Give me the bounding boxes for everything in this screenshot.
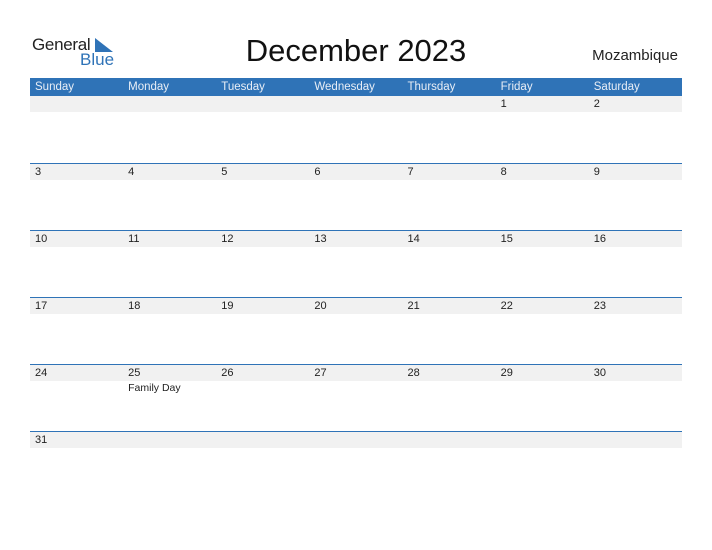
day-cell: 21	[403, 298, 496, 314]
day-number: 27	[314, 367, 327, 379]
weekday-sunday: Sunday	[35, 81, 75, 93]
day-cell: 27	[309, 365, 402, 395]
day-number: 9	[593, 166, 600, 178]
day-cell	[216, 96, 309, 112]
weekday-header: Sunday Monday Tuesday Wednesday Thursday Frid…	[30, 78, 682, 96]
day-number: 18	[128, 300, 141, 312]
day-cell: 20	[309, 298, 402, 314]
day-cell: 7	[403, 164, 496, 180]
day-number: 21	[407, 300, 420, 312]
week-row: 3 4 5 6 7 8 9	[30, 163, 682, 230]
day-cell: 24	[30, 365, 123, 395]
day-number: 7	[407, 166, 414, 178]
day-cell: 1	[496, 96, 589, 112]
day-cell: 2	[589, 96, 682, 112]
day-number: 13	[314, 233, 327, 245]
day-number: 25	[128, 367, 141, 379]
day-number: 26	[221, 367, 234, 379]
day-cell: 5	[216, 164, 309, 180]
day-number: 17	[35, 300, 48, 312]
weekday-thursday: Thursday	[407, 81, 456, 93]
day-cell: 28	[403, 365, 496, 395]
day-cell	[309, 96, 402, 112]
week-row: 31	[30, 431, 682, 498]
day-number: 28	[407, 367, 420, 379]
day-cell: 10	[30, 231, 123, 247]
day-cell	[403, 96, 496, 112]
day-cell: 19	[216, 298, 309, 314]
day-number: 6	[314, 166, 321, 178]
calendar-grid: Sunday Monday Tuesday Wednesday Thursday Frid…	[30, 78, 682, 498]
day-number: 4	[128, 166, 135, 178]
day-cell: 25 Family Day	[123, 365, 216, 395]
weekday-tuesday: Tuesday	[221, 81, 265, 93]
day-cell: 17	[30, 298, 123, 314]
day-cell: 3	[30, 164, 123, 180]
day-number: 24	[35, 367, 48, 379]
day-cell: 9	[589, 164, 682, 180]
day-number: 23	[593, 300, 606, 312]
day-cell	[30, 96, 123, 112]
day-number: 19	[221, 300, 234, 312]
day-cell	[123, 432, 216, 448]
day-number: 10	[35, 233, 48, 245]
day-number: 31	[35, 434, 48, 446]
day-number: 30	[593, 367, 606, 379]
day-cell: 18	[123, 298, 216, 314]
country-label: Mozambique	[592, 47, 678, 64]
day-cell	[123, 96, 216, 112]
day-number: 14	[407, 233, 420, 245]
day-number: 29	[500, 367, 513, 379]
day-cell: 22	[496, 298, 589, 314]
day-number: 1	[500, 98, 507, 110]
day-cell: 13	[309, 231, 402, 247]
day-cell	[403, 432, 496, 448]
day-cell: 29	[496, 365, 589, 395]
day-number: 20	[314, 300, 327, 312]
week-row: 17 18 19 20 21 22 23	[30, 297, 682, 364]
day-cell: 8	[496, 164, 589, 180]
day-cell: 11	[123, 231, 216, 247]
weekday-wednesday: Wednesday	[314, 81, 375, 93]
day-cell: 14	[403, 231, 496, 247]
weekday-monday: Monday	[128, 81, 170, 93]
day-number: 5	[221, 166, 228, 178]
week-row: 10 11 12 13 14 15 16	[30, 230, 682, 297]
day-number: 12	[221, 233, 234, 245]
day-cell	[496, 432, 589, 448]
week-row: 12	[30, 96, 682, 163]
day-number: 2	[593, 98, 600, 110]
day-number: 11	[128, 233, 140, 245]
day-number: 15	[500, 233, 513, 245]
day-cell	[216, 432, 309, 448]
day-number: 22	[500, 300, 513, 312]
day-number: 8	[500, 166, 507, 178]
weekday-saturday: Saturday	[593, 81, 640, 93]
day-cell	[589, 432, 682, 448]
day-cell: 6	[309, 164, 402, 180]
weekday-friday: Friday	[500, 81, 533, 93]
day-number: 16	[593, 233, 606, 245]
day-cell	[309, 432, 402, 448]
day-cell: 16	[589, 231, 682, 247]
week-row: 24 25 Family Day 26 27 28 29 30	[30, 364, 682, 431]
day-cell: 15	[496, 231, 589, 247]
day-cell: 31	[30, 432, 123, 448]
holiday-label: Family Day	[128, 382, 181, 394]
day-cell: 12	[216, 231, 309, 247]
day-cell: 23	[589, 298, 682, 314]
day-cell: 26	[216, 365, 309, 395]
day-cell: 4	[123, 164, 216, 180]
day-cell: 30	[589, 365, 682, 395]
day-number: 3	[35, 166, 42, 178]
